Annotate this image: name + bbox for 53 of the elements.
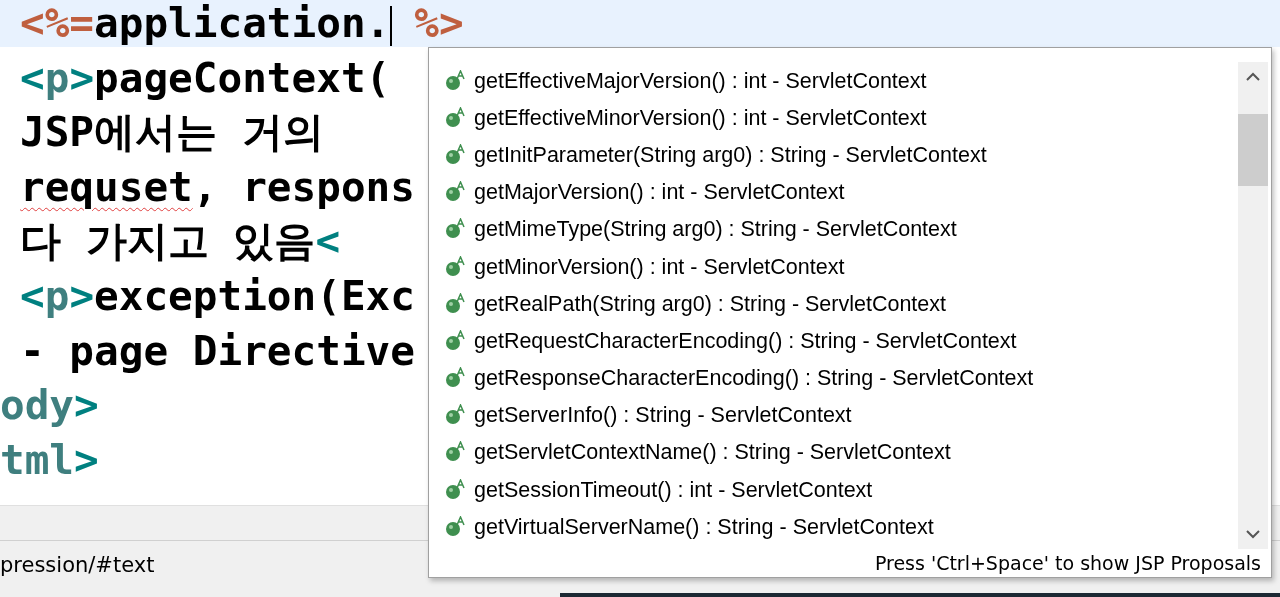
method-icon [445, 329, 467, 352]
proposal-item[interactable]: getRequestCharacterEncoding() : String - ServletContext [445, 322, 1238, 360]
method-icon [445, 367, 467, 390]
code-text: pageContext( [94, 53, 391, 102]
tag-bracket: < [315, 217, 341, 266]
proposal-item[interactable]: getEffectiveMinorVersion() : int - ServletContext [445, 99, 1238, 137]
method-icon [445, 404, 467, 427]
tag-bracket: > [69, 53, 95, 102]
code-text: JSP에서는 거의 [20, 108, 324, 157]
method-icon [445, 292, 467, 315]
tag-bracket: < [20, 271, 45, 320]
jsp-delimiter: <%= [20, 0, 95, 47]
method-icon [445, 218, 467, 241]
method-icon [445, 143, 467, 166]
method-icon [445, 478, 467, 501]
proposal-item[interactable]: getVirtualServerName() : String - ServletContext [445, 508, 1238, 546]
proposal-item[interactable]: getEffectiveMajorVersion() : int - ServletContext [445, 62, 1238, 100]
text-cursor [390, 6, 393, 46]
tag-name: p [44, 271, 70, 320]
method-icon [445, 515, 467, 538]
code-text: 다 가지고 있음 [20, 217, 316, 266]
method-icon [445, 255, 467, 278]
scroll-down-icon[interactable] [1245, 529, 1261, 539]
tag-bracket: > [69, 271, 95, 320]
proposal-item[interactable]: getResponseCharacterEncoding() : String - ServletContext [445, 359, 1238, 397]
tag-bracket: < [20, 53, 45, 102]
misspelled-word: requset [20, 162, 193, 211]
proposal-item[interactable]: getMinorVersion() : int - ServletContext [445, 247, 1238, 286]
code-text: - page Directive [20, 326, 415, 375]
tag-name: ody [0, 381, 75, 430]
tag-name: tml [0, 435, 75, 484]
proposal-item[interactable]: getMimeType(String arg0) : String - ServletContext [445, 210, 1238, 248]
method-icon [445, 441, 467, 464]
scrollbar-thumb[interactable] [1238, 114, 1268, 186]
scroll-up-icon[interactable] [1245, 72, 1261, 82]
proposal-item[interactable]: getRealPath(String arg0) : String - ServletContext [445, 285, 1238, 323]
proposal-item[interactable]: getServerInfo() : String - ServletContext [445, 396, 1238, 434]
method-icon [445, 106, 467, 129]
method-icon [445, 69, 467, 92]
proposal-item[interactable]: getInitParameter(String arg0) : String - ServletContext [445, 136, 1238, 174]
tag-name: p [44, 53, 70, 102]
code-text: , respons [192, 162, 415, 211]
proposal-item[interactable]: getServletContextName() : String - ServletContext [445, 433, 1238, 472]
tag-bracket: > [74, 435, 99, 484]
status-path: pression/#text [0, 553, 155, 577]
tag-bracket: > [74, 381, 99, 430]
code-text: application. [94, 0, 391, 47]
jsp-delimiter: %> [414, 0, 464, 47]
proposal-hint: Press 'Ctrl+Space' to show JSP Proposals [874, 552, 1261, 574]
proposal-item[interactable]: getSessionTimeout() : int - ServletContext [445, 471, 1238, 509]
proposal-item[interactable]: getMajorVersion() : int - ServletContext [445, 173, 1238, 211]
code-text: exception(Exc [94, 271, 415, 320]
method-icon [445, 181, 467, 204]
